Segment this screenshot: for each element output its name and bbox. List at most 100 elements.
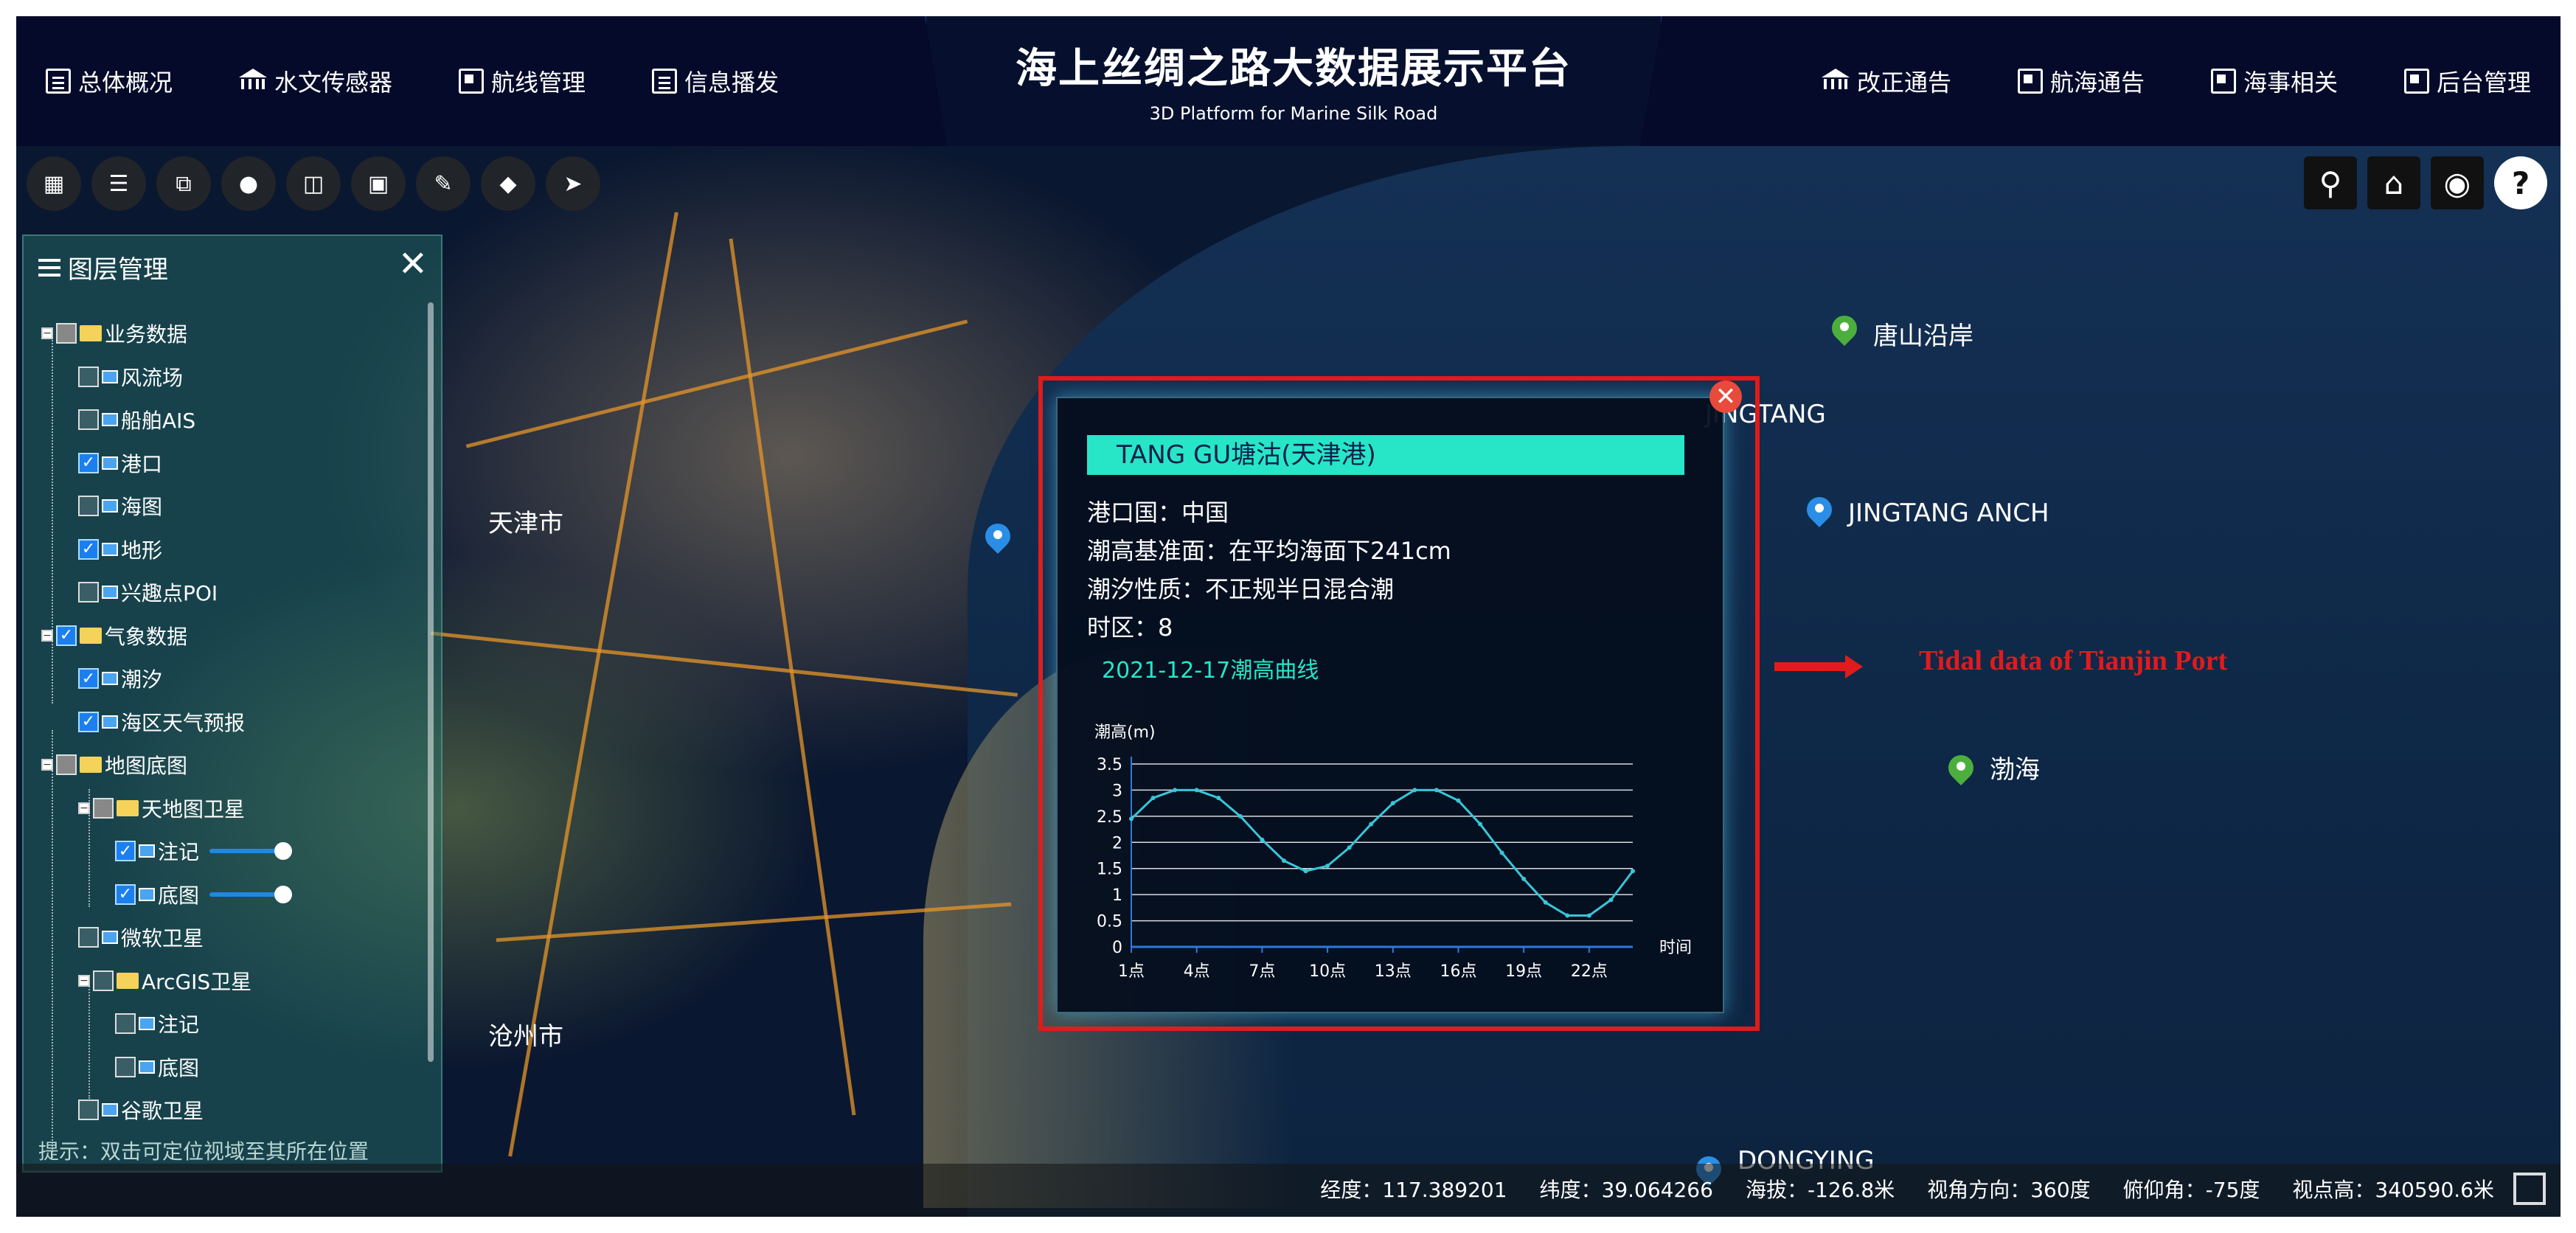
collapse-toggle[interactable]: − bbox=[41, 327, 53, 339]
layer-tree-item[interactable]: ✓ 底图 bbox=[115, 880, 293, 909]
layer-checkbox[interactable] bbox=[115, 1056, 136, 1077]
city-label: 天津市 bbox=[488, 509, 563, 538]
layer-tree-item[interactable]: 风流场 bbox=[78, 362, 183, 392]
layer-checkbox[interactable]: ✓ bbox=[78, 668, 99, 689]
opacity-slider[interactable] bbox=[209, 885, 293, 903]
layer-checkbox[interactable] bbox=[78, 582, 99, 602]
layer-checkbox[interactable]: ✓ bbox=[115, 841, 136, 861]
layer-checkbox[interactable]: ✓ bbox=[78, 711, 99, 732]
search-icon[interactable]: ⚲ bbox=[2304, 156, 2357, 209]
map-icon[interactable]: ▦ bbox=[27, 156, 81, 211]
collapse-toggle[interactable]: − bbox=[41, 629, 53, 642]
layer-tree-item[interactable]: ✓ 潮汐 bbox=[78, 664, 162, 693]
collapse-toggle[interactable]: − bbox=[78, 974, 90, 987]
tide-data-point bbox=[1631, 869, 1635, 874]
nav-route-management[interactable]: 航线管理 bbox=[459, 64, 586, 98]
split-icon[interactable]: ◫ bbox=[286, 156, 341, 211]
layer-icon bbox=[102, 715, 118, 729]
share-icon[interactable]: ⧉ bbox=[156, 156, 211, 211]
status-heading: 视角方向：360度 bbox=[1927, 1178, 2091, 1202]
tag-icon[interactable]: ◆ bbox=[481, 156, 535, 211]
layer-tree-item[interactable]: 兴趣点POI bbox=[78, 577, 218, 607]
layer-tree-item[interactable]: − 业务数据 bbox=[41, 319, 187, 348]
layer-tree-item[interactable]: ✓ 注记 bbox=[115, 836, 293, 866]
layer-icon bbox=[102, 1103, 118, 1116]
station-pin[interactable] bbox=[1943, 749, 1979, 788]
scrollbar[interactable] bbox=[428, 302, 434, 1062]
layer-tree-item[interactable]: − 地图底图 bbox=[41, 750, 187, 779]
layer-tree-item[interactable]: 海图 bbox=[78, 491, 162, 521]
nav-correction-notice[interactable]: 改正通告 bbox=[1821, 64, 1951, 98]
crop-icon[interactable]: ▣ bbox=[351, 156, 406, 211]
layer-checkbox[interactable] bbox=[78, 927, 99, 948]
layer-checkbox[interactable] bbox=[78, 366, 99, 387]
layer-checkbox[interactable]: ✓ bbox=[78, 452, 99, 473]
close-icon[interactable]: ✕ bbox=[398, 243, 428, 285]
home-icon[interactable]: ⌂ bbox=[2367, 156, 2420, 209]
layer-tree-item[interactable]: 注记 bbox=[115, 1009, 199, 1038]
layer-tree-item[interactable]: 底图 bbox=[115, 1052, 199, 1082]
tide-series-line bbox=[1130, 788, 1634, 917]
layer-checkbox[interactable]: ✓ bbox=[56, 625, 77, 646]
layer-panel-header: 图层管理 bbox=[38, 249, 168, 285]
layers-icon[interactable]: ☰ bbox=[91, 156, 146, 211]
help-icon[interactable]: ? bbox=[2494, 156, 2547, 209]
status-longitude: 经度：117.389201 bbox=[1320, 1178, 1507, 1202]
send-icon[interactable]: ➤ bbox=[546, 156, 600, 211]
collapse-toggle[interactable]: − bbox=[78, 802, 90, 814]
nav-navigation-notice[interactable]: 航海通告 bbox=[2017, 64, 2145, 98]
station-pin[interactable] bbox=[1826, 310, 1863, 348]
nav-overview[interactable]: 总体概况 bbox=[46, 64, 173, 98]
layer-checkbox[interactable] bbox=[78, 409, 99, 430]
x-tick-label: 10点 bbox=[1309, 962, 1346, 981]
slider-knob[interactable] bbox=[274, 842, 293, 860]
map-view[interactable]: 天津市 沧州市 唐山沿岸 JINGTANG JINGTANG ANCH 渤海 D… bbox=[16, 146, 2561, 1217]
layer-tree-item[interactable]: − 天地图卫星 bbox=[78, 793, 245, 823]
close-icon[interactable]: ✕ bbox=[1709, 381, 1742, 413]
layer-checkbox[interactable] bbox=[56, 754, 77, 775]
layer-checkbox[interactable] bbox=[56, 323, 77, 344]
pin-icon[interactable]: ● bbox=[221, 156, 276, 211]
nav-admin[interactable]: 后台管理 bbox=[2403, 64, 2531, 98]
tide-data-point bbox=[1499, 850, 1504, 855]
layer-label: 底图 bbox=[158, 883, 200, 908]
nav-info-broadcast[interactable]: 信息播发 bbox=[652, 64, 779, 98]
edit-icon[interactable]: ✎ bbox=[416, 156, 471, 211]
layer-tree-item[interactable]: ✓ 港口 bbox=[78, 448, 162, 478]
folder-icon bbox=[80, 757, 102, 773]
layer-tree-item[interactable]: ✓ 地形 bbox=[78, 535, 162, 564]
fullscreen-icon[interactable] bbox=[2513, 1173, 2546, 1205]
popup-tide-type: 潮汐性质：不正规半日混合潮 bbox=[1087, 575, 1395, 603]
layer-tree-item[interactable]: 谷歌卫星 bbox=[78, 1095, 204, 1125]
layer-tree-item[interactable]: − ArcGIS卫星 bbox=[78, 966, 251, 996]
collapse-toggle[interactable]: − bbox=[41, 759, 53, 771]
layer-checkbox[interactable] bbox=[115, 1013, 136, 1034]
layer-checkbox[interactable] bbox=[93, 970, 114, 991]
layer-checkbox[interactable]: ✓ bbox=[115, 883, 136, 905]
y-tick-label: 3.5 bbox=[1097, 756, 1122, 774]
tide-data-point bbox=[1173, 788, 1178, 793]
title-box: 海上丝绸之路大数据展示平台 3D Platform for Marine Sil… bbox=[925, 16, 1662, 146]
status-view-height: 视点高：340590.6米 bbox=[2292, 1178, 2494, 1202]
layer-checkbox[interactable] bbox=[78, 496, 99, 516]
road bbox=[430, 631, 1018, 697]
layer-checkbox[interactable] bbox=[78, 1100, 99, 1120]
port-pin[interactable] bbox=[1801, 491, 1838, 529]
layer-icon bbox=[102, 413, 118, 426]
layer-checkbox[interactable] bbox=[93, 797, 114, 819]
port-pin[interactable] bbox=[979, 518, 1016, 556]
globe-icon[interactable]: ◉ bbox=[2431, 156, 2484, 209]
opacity-slider[interactable] bbox=[209, 842, 293, 860]
tide-data-point bbox=[1565, 913, 1570, 918]
layer-tree-item[interactable]: 微软卫星 bbox=[78, 923, 204, 952]
layer-tree-item[interactable]: 船舶AIS bbox=[78, 405, 195, 434]
nav-label: 后台管理 bbox=[2436, 69, 2531, 97]
slider-knob[interactable] bbox=[274, 885, 293, 903]
folder-icon bbox=[117, 972, 139, 989]
layer-checkbox[interactable]: ✓ bbox=[78, 538, 99, 560]
layer-tree-item[interactable]: − ✓ 气象数据 bbox=[41, 621, 187, 650]
layer-tree-item[interactable]: ✓ 海区天气预报 bbox=[78, 707, 245, 737]
road bbox=[508, 212, 678, 1157]
nav-hydro-sensor[interactable]: 水文传感器 bbox=[239, 64, 392, 98]
nav-maritime[interactable]: 海事相关 bbox=[2210, 64, 2338, 98]
